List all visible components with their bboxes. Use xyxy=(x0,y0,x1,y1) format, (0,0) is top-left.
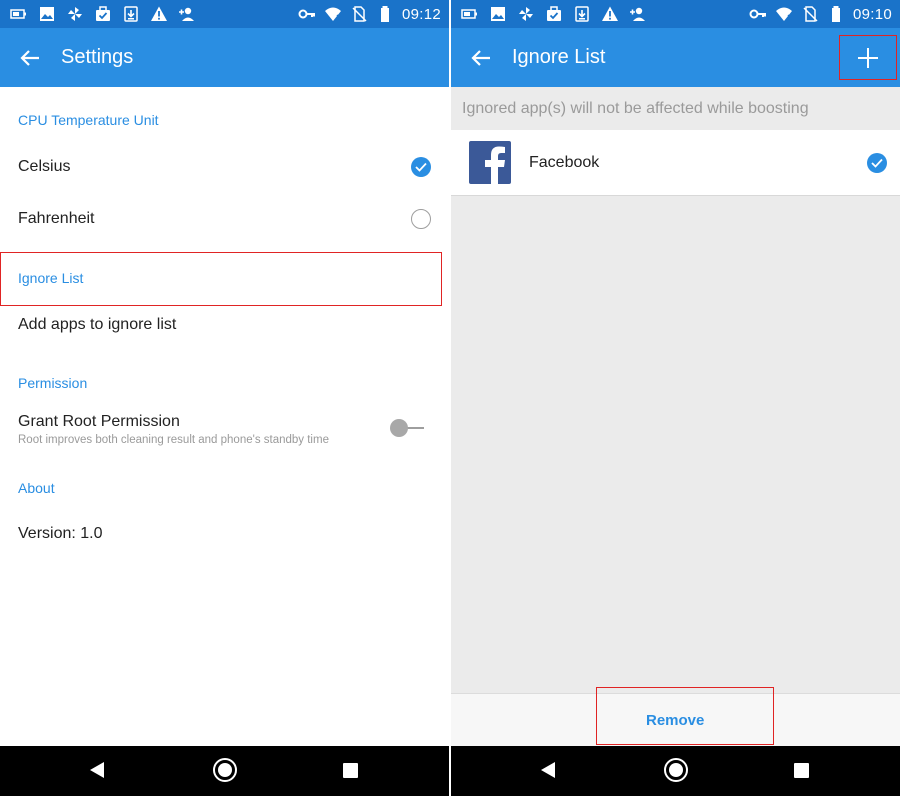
section-label-cpu-temperature: CPU Temperature Unit xyxy=(18,112,159,128)
list-item-facebook[interactable]: Facebook xyxy=(451,130,900,196)
app-bar: Settings xyxy=(0,28,449,87)
check-circle-icon xyxy=(411,157,431,177)
page-title: Ignore List xyxy=(512,46,606,68)
add-apps-to-ignore-list-row[interactable]: Add apps to ignore list xyxy=(0,306,449,346)
person-add-icon xyxy=(630,7,645,21)
battery-saver-icon xyxy=(10,9,26,19)
arrow-left-icon xyxy=(20,50,39,66)
highlight-box-remove xyxy=(596,687,774,745)
app-bar: Ignore List xyxy=(451,28,900,87)
ignore-list-screen: 09:10 Ignore List Ignored app(s) will no… xyxy=(451,0,900,796)
image-icon xyxy=(40,7,54,21)
status-time: 09:12 xyxy=(401,5,441,23)
grant-root-permission-row[interactable]: Grant Root Permission Root improves both… xyxy=(0,404,449,454)
highlight-box-add xyxy=(839,35,897,80)
navigation-bar xyxy=(0,746,449,796)
status-time: 09:10 xyxy=(852,5,892,23)
section-label-about: About xyxy=(18,480,55,496)
person-add-icon xyxy=(179,7,194,21)
key-icon xyxy=(298,9,315,19)
radio-empty-icon xyxy=(411,209,431,229)
download-icon xyxy=(124,6,138,22)
image-icon xyxy=(491,7,505,21)
battery-icon xyxy=(380,6,389,22)
wifi-icon xyxy=(324,7,342,21)
section-label-permission: Permission xyxy=(18,375,88,391)
check-circle-icon[interactable] xyxy=(867,153,887,173)
page-title: Settings xyxy=(61,46,134,68)
status-bar: 09:12 xyxy=(0,0,449,28)
battery-icon xyxy=(831,6,840,22)
toggle-thumb xyxy=(390,419,408,437)
status-bar: 09:10 xyxy=(451,0,900,28)
hint-bar: Ignored app(s) will not be affected whil… xyxy=(451,87,900,130)
option-fahrenheit[interactable]: Fahrenheit xyxy=(0,197,449,241)
warning-icon xyxy=(602,6,618,21)
home-circle-icon[interactable] xyxy=(664,758,688,782)
system-icons: 09:12 xyxy=(298,4,441,24)
home-circle-icon[interactable] xyxy=(213,758,237,782)
option-fahrenheit-label: Fahrenheit xyxy=(18,210,95,227)
app-name: Facebook xyxy=(529,154,600,171)
grant-root-label: Grant Root Permission xyxy=(18,413,180,430)
pinwheel-icon xyxy=(519,7,533,21)
add-apps-label: Add apps to ignore list xyxy=(18,316,177,333)
grant-root-subtitle: Root improves both cleaning result and p… xyxy=(18,434,329,446)
wifi-icon xyxy=(775,7,793,21)
back-button[interactable] xyxy=(14,42,46,74)
briefcase-check-icon xyxy=(547,6,561,21)
no-sim-icon xyxy=(803,6,818,22)
recents-square-icon[interactable] xyxy=(343,763,358,778)
facebook-icon xyxy=(469,141,511,184)
settings-screen: 09:12 Settings CPU Temperature Unit Cels… xyxy=(0,0,449,796)
notification-icons xyxy=(10,4,196,24)
back-triangle-icon[interactable] xyxy=(541,762,555,778)
battery-saver-icon xyxy=(461,9,477,19)
arrow-left-icon xyxy=(471,50,490,66)
system-icons: 09:10 xyxy=(749,4,892,24)
back-button[interactable] xyxy=(465,42,497,74)
notification-icons xyxy=(461,4,647,24)
pinwheel-icon xyxy=(68,7,82,21)
back-triangle-icon[interactable] xyxy=(90,762,104,778)
highlight-box-ignore-list xyxy=(0,252,442,306)
warning-icon xyxy=(151,6,167,21)
key-icon xyxy=(749,9,766,19)
root-permission-toggle[interactable] xyxy=(390,419,426,437)
version-text: Version: 1.0 xyxy=(18,525,103,542)
option-celsius[interactable]: Celsius xyxy=(0,145,449,189)
no-sim-icon xyxy=(352,6,367,22)
briefcase-check-icon xyxy=(96,6,110,21)
option-celsius-label: Celsius xyxy=(18,158,71,175)
recents-square-icon[interactable] xyxy=(794,763,809,778)
navigation-bar xyxy=(451,746,900,796)
download-icon xyxy=(575,6,589,22)
hint-text: Ignored app(s) will not be affected whil… xyxy=(462,100,809,117)
